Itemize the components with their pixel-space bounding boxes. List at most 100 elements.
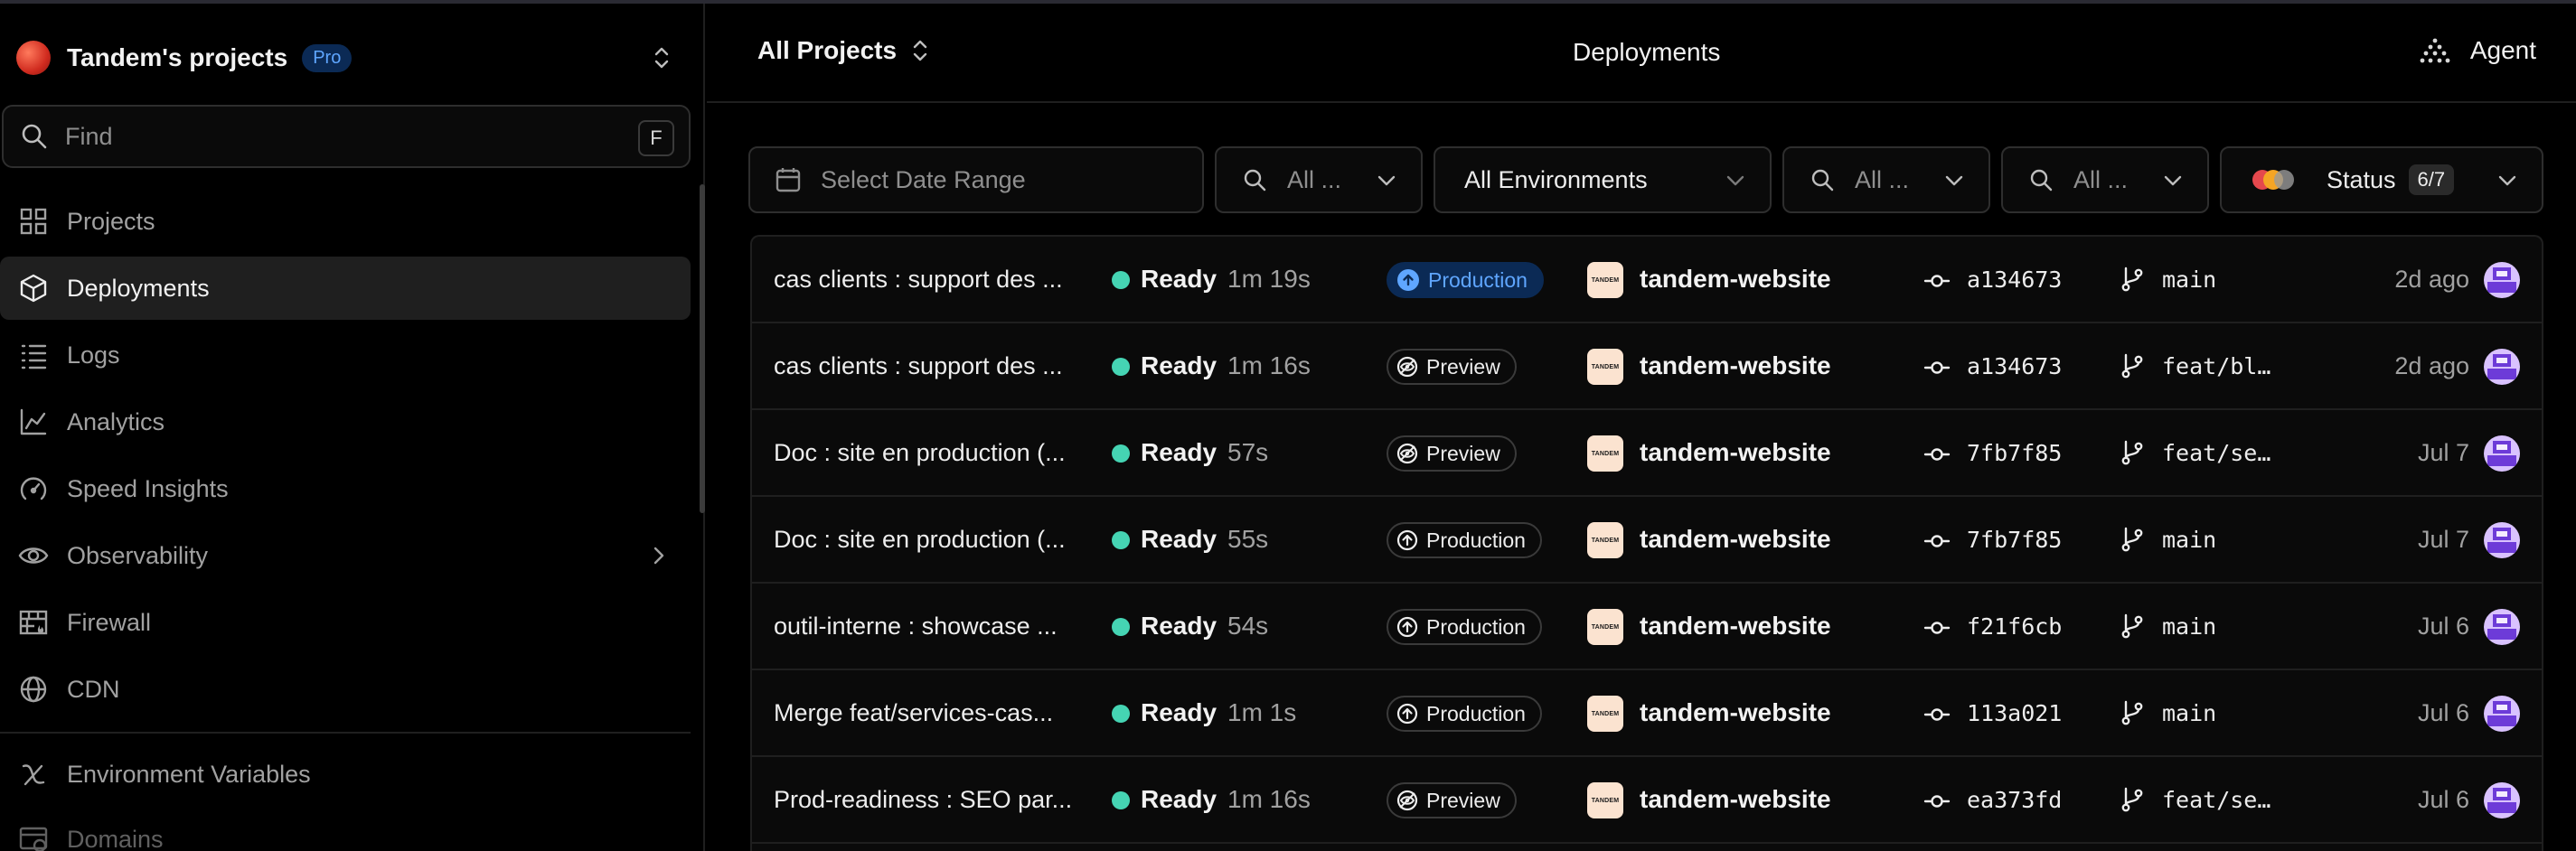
status-ready-dot bbox=[1112, 791, 1130, 809]
author-avatar[interactable] bbox=[2484, 349, 2520, 385]
status-ready-dot bbox=[1112, 271, 1130, 289]
sidebar-item-analytics[interactable]: Analytics bbox=[0, 390, 691, 454]
search-input[interactable] bbox=[65, 122, 607, 151]
chevron-down-icon bbox=[1377, 175, 1396, 186]
preview-icon bbox=[1396, 356, 1418, 378]
plan-badge: Pro bbox=[302, 43, 353, 72]
agent-button[interactable]: Agent bbox=[2420, 36, 2536, 65]
search-filter-1[interactable]: All ... bbox=[1215, 146, 1423, 213]
branch-name[interactable]: feat/se… bbox=[2162, 757, 2270, 842]
project-name[interactable]: tandem-website bbox=[1640, 757, 1831, 842]
branch-icon bbox=[2121, 613, 2143, 639]
project-name[interactable]: tandem-website bbox=[1640, 237, 1831, 322]
sidebar-item-label: Deployments bbox=[67, 274, 210, 302]
chevron-up-down-icon[interactable] bbox=[649, 43, 674, 72]
environment-filter[interactable]: All Environments bbox=[1434, 146, 1772, 213]
deployment-title[interactable]: Doc : site en production (... bbox=[774, 497, 1066, 582]
branch-name[interactable]: main bbox=[2162, 584, 2216, 669]
project-selector[interactable]: All Projects bbox=[757, 36, 931, 65]
project-logo: TANDEM bbox=[1587, 435, 1623, 472]
project-name[interactable]: tandem-website bbox=[1640, 670, 1831, 755]
branch-name[interactable]: main bbox=[2162, 670, 2216, 755]
preview-icon bbox=[1396, 443, 1418, 464]
sidebar-item-deployments[interactable]: Deployments bbox=[0, 257, 691, 320]
environment-badge: Production bbox=[1387, 262, 1544, 298]
author-avatar[interactable] bbox=[2484, 696, 2520, 732]
branch-name[interactable]: feat/se… bbox=[2162, 410, 2270, 495]
deployment-title[interactable]: Merge feat/services-cas... bbox=[774, 670, 1053, 755]
deployment-status: Ready bbox=[1141, 351, 1217, 379]
author-avatar[interactable] bbox=[2484, 262, 2520, 298]
commit-hash[interactable]: a134673 bbox=[1967, 323, 2062, 408]
sidebar-item-logs[interactable]: Logs bbox=[0, 323, 691, 387]
deployment-status: Ready bbox=[1141, 612, 1217, 640]
commit-hash[interactable]: a134673 bbox=[1967, 237, 2062, 322]
sidebar-item-speed-insights[interactable]: Speed Insights bbox=[0, 457, 691, 520]
environment-badge-label: Production bbox=[1428, 267, 1528, 292]
production-icon bbox=[1396, 703, 1418, 725]
project-name[interactable]: tandem-website bbox=[1640, 584, 1831, 669]
author-avatar[interactable] bbox=[2484, 522, 2520, 558]
chevron-down-icon bbox=[1945, 175, 1963, 186]
deployment-duration: 1m 16s bbox=[1227, 785, 1311, 813]
search-filter-2[interactable]: All ... bbox=[1782, 146, 1990, 213]
chevron-down-icon bbox=[2498, 175, 2516, 186]
deployment-row[interactable]: Doc : site en production (... Ready 57s Pre… bbox=[752, 410, 2542, 497]
commit-hash[interactable]: 7fb7f85 bbox=[1967, 497, 2062, 582]
team-name: Tandem's projects bbox=[67, 43, 288, 71]
commit-hash[interactable]: 7fb7f85 bbox=[1967, 410, 2062, 495]
commit-hash[interactable]: ea373fd bbox=[1967, 757, 2062, 842]
commit-hash[interactable]: 113a021 bbox=[1967, 670, 2062, 755]
production-current-icon bbox=[1397, 269, 1419, 291]
deployment-age: Jul 6 bbox=[2417, 612, 2469, 640]
sidebar-item-environment-variables[interactable]: Environment Variables bbox=[0, 743, 691, 806]
branch-name[interactable]: main bbox=[2162, 237, 2216, 322]
branch-name[interactable]: main bbox=[2162, 497, 2216, 582]
deployment-row[interactable]: Merge feat/services-cas... Ready 1m 1s Prod… bbox=[752, 670, 2542, 757]
team-switcher[interactable]: Tandem's projects Pro bbox=[16, 36, 685, 79]
sidebar-item-firewall[interactable]: Firewall bbox=[0, 591, 691, 654]
deployments-table: cas clients : support des ... Ready 1m 19s… bbox=[750, 235, 2543, 851]
deployment-age: Jul 7 bbox=[2417, 438, 2469, 466]
commit-hash[interactable]: f21f6cb bbox=[1967, 584, 2062, 669]
deployment-title[interactable]: cas clients : support des ... bbox=[774, 323, 1063, 408]
find-box: F bbox=[2, 105, 691, 168]
deployment-row[interactable]: outil-interne : showcase ... Ready 54s Prod… bbox=[752, 584, 2542, 670]
project-name[interactable]: tandem-website bbox=[1640, 497, 1831, 582]
date-range-filter[interactable]: Select Date Range bbox=[748, 146, 1204, 213]
deployment-status: Ready bbox=[1141, 438, 1217, 466]
deployment-title[interactable]: outil-interne : showcase ... bbox=[774, 584, 1058, 669]
sidebar-scrollbar[interactable] bbox=[700, 184, 705, 513]
sidebar-item-domains[interactable]: Domains bbox=[0, 808, 691, 851]
search-filter-3[interactable]: All ... bbox=[2001, 146, 2209, 213]
agent-sparkle-icon bbox=[2420, 38, 2450, 63]
project-name[interactable]: tandem-website bbox=[1640, 323, 1831, 408]
deployment-title[interactable]: Prod-readiness : SEO par... bbox=[774, 757, 1072, 842]
find-shortcut-key: F bbox=[638, 120, 674, 156]
branch-name[interactable]: feat/bl… bbox=[2162, 323, 2270, 408]
globe-icon bbox=[20, 676, 47, 703]
eye-icon bbox=[18, 547, 49, 564]
sidebar-item-cdn[interactable]: CDN bbox=[0, 658, 691, 721]
sidebar-item-label: Environment Variables bbox=[67, 760, 311, 788]
branch-icon bbox=[2121, 267, 2143, 292]
sidebar-item-observability[interactable]: Observability bbox=[0, 524, 691, 587]
environment-badge-label: Preview bbox=[1426, 441, 1500, 465]
deployment-duration: 54s bbox=[1227, 612, 1269, 640]
deployment-row[interactable]: Doc : site en production (... Ready 55s Pro… bbox=[752, 497, 2542, 584]
branch-icon bbox=[2121, 353, 2143, 379]
environment-badge-label: Production bbox=[1426, 614, 1526, 639]
status-filter[interactable]: Status 6/7 bbox=[2220, 146, 2543, 213]
deployment-title[interactable]: cas clients : support des ... bbox=[774, 237, 1063, 322]
project-name[interactable]: tandem-website bbox=[1640, 410, 1831, 495]
author-avatar[interactable] bbox=[2484, 782, 2520, 818]
deployment-row[interactable]: cas clients : support des ... Ready 1m 19s… bbox=[752, 237, 2542, 323]
author-avatar[interactable] bbox=[2484, 609, 2520, 645]
author-avatar[interactable] bbox=[2484, 435, 2520, 472]
chevron-up-down-icon bbox=[913, 40, 927, 61]
deployment-row[interactable]: Prod-readiness : SEO par... Ready 1m 16s Pr… bbox=[752, 757, 2542, 844]
deployment-row[interactable]: cas clients : support des ... Ready 1m 16s… bbox=[752, 323, 2542, 410]
deployment-title[interactable]: Doc : site en production (... bbox=[774, 410, 1066, 495]
sidebar-item-projects[interactable]: Projects bbox=[0, 190, 691, 253]
project-logo: TANDEM bbox=[1587, 262, 1623, 298]
